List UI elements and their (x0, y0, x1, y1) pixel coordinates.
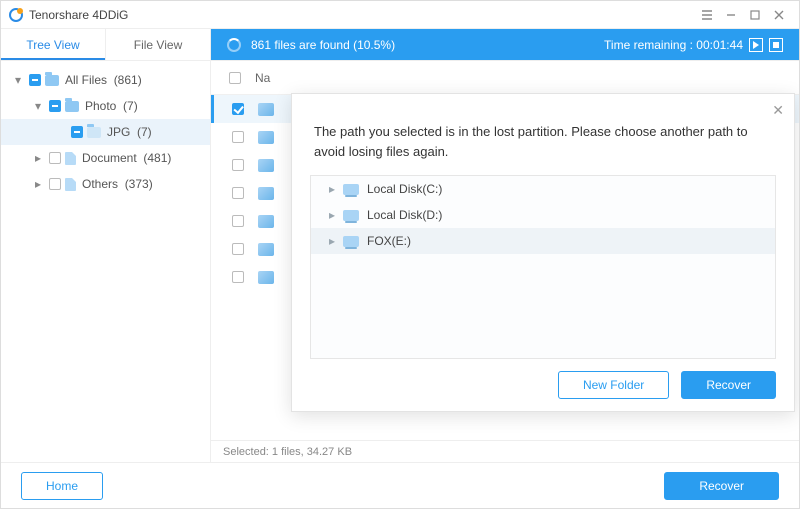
checkbox-file[interactable] (232, 103, 244, 115)
close-icon[interactable] (767, 5, 791, 25)
tree-label: Document (82, 151, 137, 165)
minimize-icon[interactable] (719, 5, 743, 25)
maximize-icon[interactable] (743, 5, 767, 25)
tree-count: (7) (137, 125, 152, 139)
file-icon (65, 178, 76, 191)
drive-row[interactable]: ▸ Local Disk(D:) (311, 202, 775, 228)
folder-icon (87, 127, 101, 138)
recover-button[interactable]: Recover (664, 472, 779, 500)
image-thumbnail-icon (258, 243, 274, 256)
drive-icon (343, 184, 359, 195)
folder-icon (65, 101, 79, 112)
image-thumbnail-icon (258, 103, 274, 116)
tree-count: (7) (123, 99, 138, 113)
image-thumbnail-icon (258, 271, 274, 284)
tree-node-all-files[interactable]: ▾ All Files (861) (1, 67, 210, 93)
tree-label: Photo (85, 99, 116, 113)
chevron-down-icon[interactable]: ▾ (11, 73, 25, 87)
checkbox-jpg[interactable] (71, 126, 83, 138)
folder-icon (45, 75, 59, 86)
chevron-right-icon[interactable]: ▸ (325, 182, 339, 196)
home-button[interactable]: Home (21, 472, 103, 500)
dialog-message: The path you selected is in the lost par… (314, 122, 772, 161)
chevron-down-icon[interactable]: ▾ (31, 99, 45, 113)
tree-node-jpg[interactable]: JPG (7) (1, 119, 210, 145)
drive-label: FOX(E:) (367, 234, 411, 248)
image-thumbnail-icon (258, 131, 274, 144)
file-icon (65, 152, 76, 165)
tree-count: (373) (125, 177, 153, 191)
tree-node-document[interactable]: ▸ Document (481) (1, 145, 210, 171)
drive-row[interactable]: ▸ FOX(E:) (311, 228, 775, 254)
subheader: Tree View File View 861 files are found … (1, 29, 799, 61)
drive-icon (343, 236, 359, 247)
scan-pause-button[interactable] (749, 38, 763, 52)
checkbox-file[interactable] (232, 215, 244, 227)
chevron-right-icon[interactable]: ▸ (325, 234, 339, 248)
scan-spinner-icon (227, 38, 241, 52)
menu-icon[interactable] (695, 5, 719, 25)
app-logo-icon (9, 8, 23, 22)
drive-label: Local Disk(D:) (367, 208, 442, 222)
checkbox-file[interactable] (232, 271, 244, 283)
tree-node-photo[interactable]: ▾ Photo (7) (1, 93, 210, 119)
drive-icon (343, 210, 359, 221)
scan-status-bar: 861 files are found (10.5%) Time remaini… (211, 29, 799, 60)
scan-status-text: 861 files are found (10.5%) (251, 38, 395, 52)
footer: Home Recover (1, 462, 799, 508)
new-folder-button[interactable]: New Folder (558, 371, 669, 399)
view-tabs: Tree View File View (1, 29, 211, 60)
checkbox-file[interactable] (232, 159, 244, 171)
chevron-right-icon[interactable]: ▸ (31, 151, 45, 165)
time-remaining-label: Time remaining : (604, 38, 693, 52)
app-window: Tenorshare 4DDiG Tree View File View 861… (0, 0, 800, 509)
chevron-right-icon[interactable]: ▸ (31, 177, 45, 191)
app-title: Tenorshare 4DDiG (29, 8, 128, 22)
scan-stop-button[interactable] (769, 38, 783, 52)
tree-count: (861) (114, 73, 142, 87)
tree-count: (481) (143, 151, 171, 165)
dialog-close-icon[interactable]: ✕ (772, 102, 784, 119)
checkbox-file[interactable] (232, 131, 244, 143)
dialog-recover-button[interactable]: Recover (681, 371, 776, 399)
sidebar: ▾ All Files (861) ▾ Photo (7) JPG (7) (1, 61, 211, 462)
checkbox-select-all[interactable] (229, 72, 241, 84)
checkbox-document[interactable] (49, 152, 61, 164)
time-remaining-value: 00:01:44 (696, 38, 743, 52)
checkbox-photo[interactable] (49, 100, 61, 112)
tab-tree-view[interactable]: Tree View (1, 29, 106, 60)
image-thumbnail-icon (258, 215, 274, 228)
image-thumbnail-icon (258, 187, 274, 200)
drive-label: Local Disk(C:) (367, 182, 442, 196)
checkbox-file[interactable] (232, 187, 244, 199)
selection-status-text: Selected: 1 files, 34.27 KB (223, 446, 352, 458)
dialog-actions: New Folder Recover (310, 371, 776, 399)
selection-status: Selected: 1 files, 34.27 KB (211, 440, 799, 462)
body: ▾ All Files (861) ▾ Photo (7) JPG (7) (1, 61, 799, 462)
chevron-right-icon[interactable]: ▸ (325, 208, 339, 222)
tree-node-others[interactable]: ▸ Others (373) (1, 171, 210, 197)
tree-label: Others (82, 177, 118, 191)
checkbox-file[interactable] (232, 243, 244, 255)
path-warning-dialog: ✕ The path you selected is in the lost p… (291, 93, 795, 412)
list-header: Na (211, 61, 799, 95)
tab-file-view[interactable]: File View (106, 29, 211, 60)
image-thumbnail-icon (258, 159, 274, 172)
titlebar: Tenorshare 4DDiG (1, 1, 799, 29)
column-name[interactable]: Na (255, 71, 270, 85)
tree-label: JPG (107, 125, 130, 139)
checkbox-all-files[interactable] (29, 74, 41, 86)
tree-label: All Files (65, 73, 107, 87)
drive-selector: ▸ Local Disk(C:) ▸ Local Disk(D:) ▸ FOX(E:) (310, 175, 776, 359)
drive-row[interactable]: ▸ Local Disk(C:) (311, 176, 775, 202)
checkbox-others[interactable] (49, 178, 61, 190)
